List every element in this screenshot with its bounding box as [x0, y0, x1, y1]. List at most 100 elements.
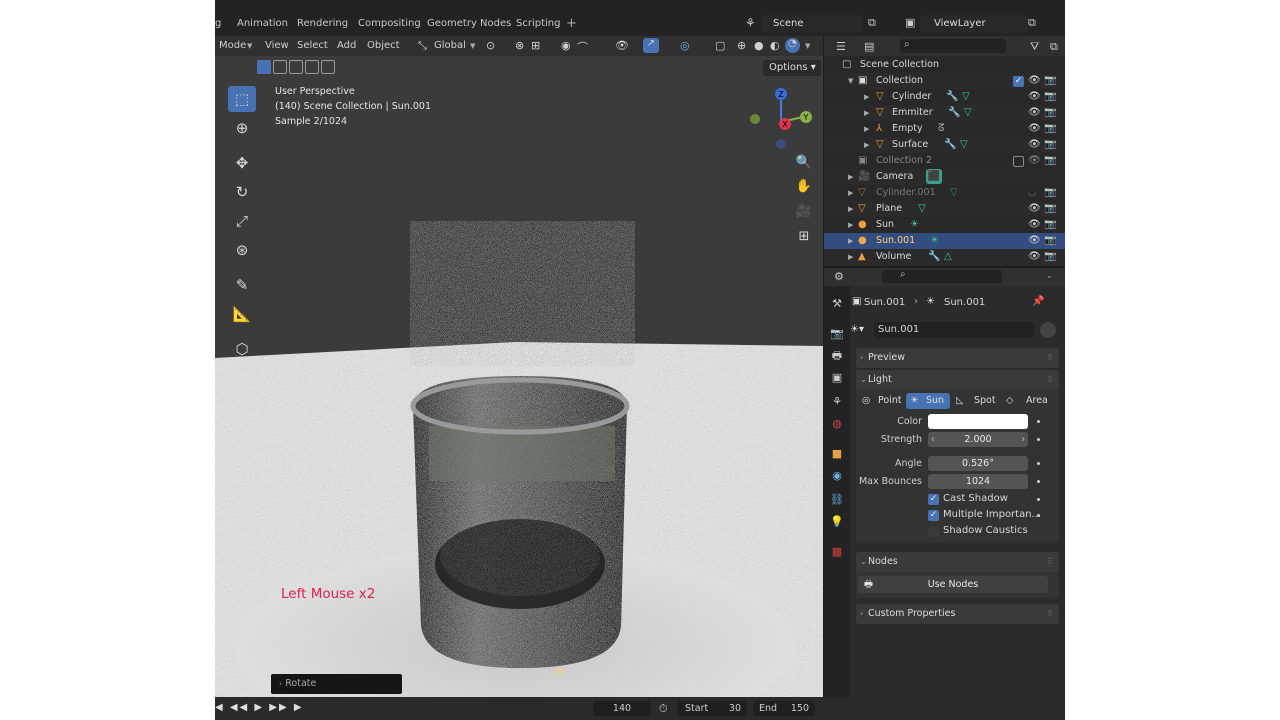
menu-view[interactable]: View — [265, 40, 289, 51]
eye-icon[interactable]: 👁 — [1028, 233, 1041, 249]
fake-user-icon[interactable] — [1040, 322, 1056, 338]
increment-arrow-icon[interactable]: › — [1021, 432, 1025, 447]
physics-tab-icon[interactable]: ◉ — [829, 468, 845, 484]
eye-icon[interactable]: 👁 — [1028, 153, 1041, 169]
expand-arrow-icon[interactable]: ▶ — [848, 169, 853, 185]
zoom-icon[interactable]: 🔍 — [793, 152, 815, 174]
overlay-icon[interactable]: ◎ — [680, 39, 690, 52]
mode-menu[interactable]: Mode — [219, 40, 246, 51]
tool-tab-icon[interactable]: ⚒ — [829, 296, 845, 312]
light-type-spot[interactable]: ◺ Spot — [952, 393, 998, 409]
rotate-tool-icon[interactable]: ↻ — [228, 179, 256, 205]
light-panel-header[interactable]: ⌄ Light ⠿ — [856, 370, 1059, 390]
eye-icon[interactable]: 👁 — [1028, 121, 1041, 137]
scale-tool-icon[interactable]: ⤢ — [228, 208, 256, 234]
filter-icon[interactable]: ⛛ — [1030, 40, 1039, 54]
expand-arrow-icon[interactable]: ▶ — [864, 137, 869, 153]
eye-icon[interactable]: 👁 — [1028, 73, 1041, 89]
gizmo-toggle-icon[interactable]: ↗ — [643, 38, 659, 53]
scene-selector[interactable]: Scene — [761, 15, 863, 33]
light-type-sun[interactable]: ☀ Sun — [906, 393, 950, 409]
properties-search-input[interactable]: ⌕ — [882, 269, 1002, 283]
keyframe-dot-icon[interactable] — [1037, 514, 1040, 517]
multiple-importance-checkbox[interactable]: ✓ — [928, 510, 939, 521]
outliner-row-camera[interactable]: ▶ 🎥 Camera ⬛ — [824, 169, 1065, 185]
expand-arrow-icon[interactable]: ▶ — [848, 201, 853, 217]
navigation-gizmo[interactable]: Z Y X — [745, 84, 815, 154]
outliner-row-empty[interactable]: ▶ ⅄ Empty ᘔ 👁 📷 — [824, 121, 1065, 137]
tab-compositing[interactable]: Compositing — [358, 18, 421, 29]
new-scene-icon[interactable]: ⧉ — [868, 16, 876, 30]
pan-hand-icon[interactable]: ✋ — [793, 176, 815, 198]
outliner-row-collection-2[interactable]: ▣ Collection 2 👁 📷 — [824, 153, 1065, 169]
custom-properties-panel-header[interactable]: › Custom Properties ⠿ — [856, 604, 1059, 624]
editor-type-icon[interactable]: ⚙ — [834, 270, 844, 283]
shadow-caustics-checkbox[interactable] — [928, 526, 939, 537]
drag-grip-icon[interactable]: ⠿ — [1047, 370, 1053, 390]
expand-arrow-icon[interactable]: ▶ — [864, 89, 869, 105]
cast-shadow-checkbox[interactable]: ✓ — [928, 494, 939, 505]
render-camera-icon[interactable]: 📷 — [1044, 153, 1056, 169]
options-menu[interactable]: Options ▾ — [763, 60, 821, 76]
view-layer-selector[interactable]: ViewLayer — [920, 15, 1028, 33]
keyframe-dot-icon[interactable] — [1037, 498, 1040, 501]
outliner-row-collection[interactable]: ▼ ▣ Collection ✓ 👁 📷 — [824, 73, 1065, 89]
decrement-arrow-icon[interactable]: ‹ — [931, 432, 935, 447]
proportional-edit-icon[interactable]: ◉ — [561, 39, 571, 52]
chevron-down-icon[interactable]: ⌄ — [1046, 271, 1053, 280]
orientation-selector[interactable]: Global — [434, 40, 466, 51]
keyframe-dot-icon[interactable] — [1037, 462, 1040, 465]
menu-add[interactable]: Add — [337, 40, 356, 51]
outliner-row-surface[interactable]: ▶ ▽ Surface 🔧 ▽ 👁 📷 — [824, 137, 1065, 153]
display-mode-icon[interactable]: ▤ — [864, 40, 874, 53]
expand-arrow-icon[interactable]: ▶ — [864, 105, 869, 121]
eye-icon[interactable]: 👁 — [1028, 89, 1041, 105]
shading-rendered-icon[interactable]: ◔ — [785, 38, 800, 53]
new-view-layer-icon[interactable]: ⧉ — [1028, 16, 1036, 30]
expand-arrow-icon[interactable]: ▶ — [848, 217, 853, 233]
light-datablock-icon[interactable]: ☀▾ — [850, 324, 864, 335]
scene-tab-icon[interactable]: ⚘ — [829, 394, 845, 410]
ortho-grid-icon[interactable]: ⊞ — [793, 226, 815, 248]
shading-material-icon[interactable]: ◐ — [770, 39, 780, 52]
stopwatch-icon[interactable]: ⏱ — [659, 702, 668, 716]
strength-field[interactable]: ‹ 2.000 › — [928, 432, 1028, 447]
expand-arrow-icon[interactable]: ▼ — [848, 73, 853, 89]
tab-geometry-nodes[interactable]: Geometry Nodes — [427, 18, 511, 29]
falloff-icon[interactable]: ⌒ — [577, 39, 588, 55]
color-swatch[interactable] — [928, 414, 1028, 429]
keyframe-dot-icon[interactable] — [1037, 420, 1040, 423]
add-workspace-button[interactable]: + — [566, 16, 577, 31]
outliner-row-sun[interactable]: ▶ ● Sun ☀ 👁 📷 — [824, 217, 1065, 233]
view-layer-icon[interactable]: ▣ — [905, 16, 915, 29]
outliner-search-input[interactable]: ⌕ — [900, 39, 1006, 53]
expand-arrow-icon[interactable]: ▶ — [848, 233, 853, 249]
light-data-tab-icon[interactable]: 💡 — [829, 514, 845, 530]
texture-tab-icon[interactable]: ▩ — [829, 544, 845, 560]
playback-controls[interactable]: ◀ ◀◀ ▶ ▶▶ ▶ — [215, 702, 304, 713]
transform-tool-icon[interactable]: ⊛ — [228, 237, 256, 263]
select-subtract-icon[interactable] — [289, 60, 303, 74]
render-camera-icon[interactable]: 📷 — [1044, 73, 1056, 89]
scene-icon[interactable]: ⚘ — [745, 16, 756, 30]
render-camera-icon[interactable]: 📷 — [1044, 233, 1056, 249]
pivot-icon[interactable]: ⊙ — [486, 39, 495, 52]
exclude-checkbox[interactable] — [1013, 156, 1024, 167]
keyframe-dot-icon[interactable] — [1037, 480, 1040, 483]
render-tab-icon[interactable]: 📷 — [829, 326, 845, 342]
shading-solid-icon[interactable]: ● — [754, 39, 764, 52]
transform-orientation-icon[interactable]: ⤡ — [418, 39, 427, 53]
outliner-row-plane[interactable]: ▶ ▽ Plane ▽ 👁 📷 — [824, 201, 1065, 217]
light-type-point[interactable]: ◎ Point — [858, 393, 904, 409]
end-frame-field[interactable]: End 150 — [753, 701, 815, 716]
select-new-icon[interactable] — [257, 60, 271, 74]
render-camera-icon[interactable]: 📷 — [1044, 217, 1056, 233]
eye-icon[interactable]: 👁 — [1028, 217, 1041, 233]
world-tab-icon[interactable]: ◍ — [829, 416, 845, 432]
camera-view-icon[interactable]: 🎥 — [793, 201, 815, 223]
view-layer-tab-icon[interactable]: ▣ — [829, 370, 845, 386]
start-frame-field[interactable]: Start 30 — [677, 701, 747, 716]
tab-scripting[interactable]: Scripting — [516, 18, 560, 29]
measure-tool-icon[interactable]: 📐 — [228, 301, 256, 327]
drag-grip-icon[interactable]: ⠿ — [1047, 348, 1053, 368]
